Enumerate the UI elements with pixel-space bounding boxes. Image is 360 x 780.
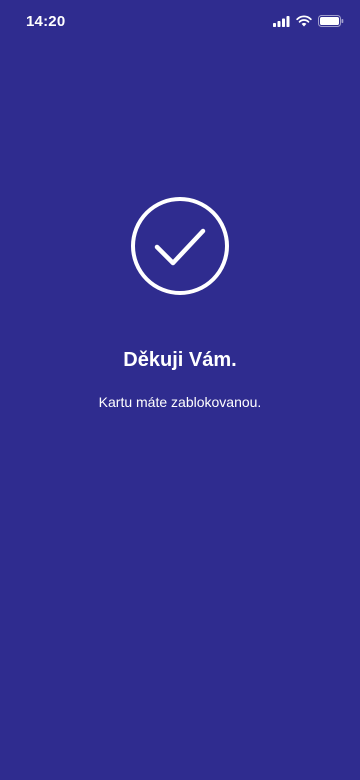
status-time: 14:20 (26, 13, 66, 30)
status-bar: 14:20 (0, 0, 360, 44)
confirmation-title: Děkuji Vám. (123, 349, 237, 371)
checkmark-circle-icon (130, 196, 230, 301)
confirmation-message: Kartu máte zablokovanou. (98, 394, 262, 410)
cellular-signal-icon (273, 15, 290, 27)
wifi-icon (296, 15, 312, 27)
status-icons (273, 15, 344, 27)
home-indicator (112, 767, 248, 772)
battery-icon (318, 15, 344, 27)
confirmation-panel: Děkuji Vám. Kartu máte zablokovanou. (0, 196, 360, 410)
